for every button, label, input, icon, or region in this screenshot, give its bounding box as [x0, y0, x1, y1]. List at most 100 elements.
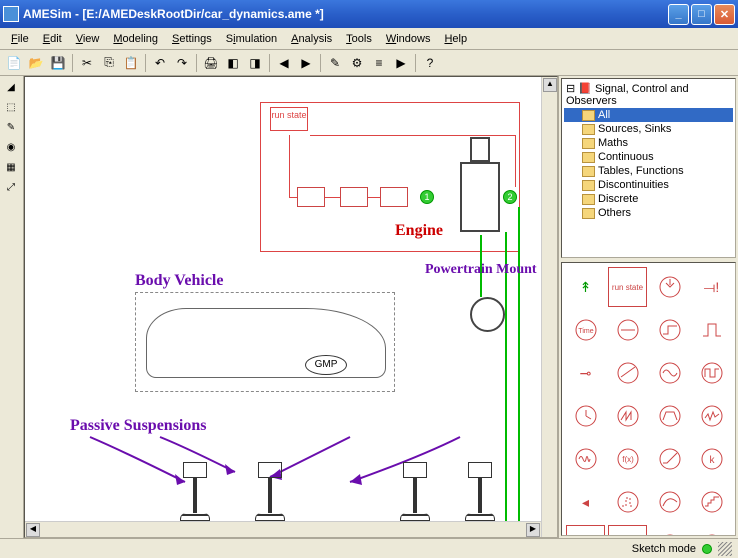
fwd-button[interactable]: ▶	[296, 53, 316, 73]
pal-square[interactable]	[692, 353, 731, 393]
minimize-button[interactable]: _	[668, 4, 689, 25]
pal-chirp[interactable]	[566, 439, 605, 479]
lt-1[interactable]: ◢	[2, 78, 20, 96]
runstate-block[interactable]: run state	[270, 107, 308, 131]
pal-pulse[interactable]	[692, 310, 731, 350]
pal-prev[interactable]: ◂	[566, 482, 605, 522]
engine-label: Engine	[395, 222, 443, 240]
copy-button[interactable]: ⎘	[99, 53, 119, 73]
mode-sketch[interactable]: ✎	[325, 53, 345, 73]
back-button[interactable]: ◀	[274, 53, 294, 73]
pal-receiver[interactable]	[650, 267, 689, 307]
folder-icon	[582, 152, 595, 163]
pal-trapezoid[interactable]	[650, 396, 689, 436]
sketch-canvas[interactable]: run state 1 2 Engine Body Vehicle Powert…	[24, 76, 558, 538]
pal-multistep[interactable]	[692, 482, 731, 522]
tree-item-tables[interactable]: Tables, Functions	[564, 164, 733, 178]
cut-button[interactable]: ✂	[77, 53, 97, 73]
mode-submodel[interactable]: ⚙	[347, 53, 367, 73]
lt-2[interactable]: ⬚	[2, 98, 20, 116]
component-battery[interactable]	[297, 187, 325, 207]
menu-settings[interactable]: Settings	[165, 31, 219, 47]
canvas-scrollbar-horz[interactable]: ◀▶	[25, 521, 541, 537]
pal-sample[interactable]: SMP	[608, 525, 647, 536]
pal-time[interactable]: Time	[566, 310, 605, 350]
tree-item-discont[interactable]: Discontinuities	[564, 178, 733, 192]
tool-a[interactable]: ◧	[223, 53, 243, 73]
mount-sketch[interactable]	[470, 297, 505, 332]
pal-sine[interactable]	[650, 353, 689, 393]
pal-constant[interactable]	[608, 310, 647, 350]
node-1[interactable]: 1	[420, 190, 434, 204]
pal-step[interactable]	[650, 310, 689, 350]
tree-item-sources[interactable]: Sources, Sinks	[564, 122, 733, 136]
lt-3[interactable]: ✎	[2, 118, 20, 136]
lt-5[interactable]: ▦	[2, 158, 20, 176]
pal-ramp2[interactable]	[650, 439, 689, 479]
print-button[interactable]: 🖨	[201, 53, 221, 73]
pal-fx[interactable]: f(x)	[608, 439, 647, 479]
pal-runstate[interactable]: run state	[608, 267, 647, 307]
pal-terminator[interactable]: ⟞!	[692, 267, 731, 307]
car-selection-box[interactable]	[135, 292, 395, 392]
wire-red-4	[368, 197, 380, 198]
pal-gain-k[interactable]: k	[692, 439, 731, 479]
resize-grip[interactable]	[718, 542, 732, 556]
help-button[interactable]: ?	[420, 53, 440, 73]
tree-item-discrete[interactable]: Discrete	[564, 192, 733, 206]
save-button[interactable]: 💾	[48, 53, 68, 73]
pal-target[interactable]	[692, 525, 731, 536]
folder-icon	[582, 208, 595, 219]
suspension-label: Passive Suspensions	[70, 417, 207, 435]
pal-random[interactable]	[692, 396, 731, 436]
pal-text[interactable]: E=3	[566, 525, 605, 536]
wire-red-3	[325, 197, 340, 198]
tree-item-maths[interactable]: Maths	[564, 136, 733, 150]
pal-spline[interactable]	[650, 482, 689, 522]
menu-simulation[interactable]: Simulation	[219, 31, 284, 47]
redo-button[interactable]: ↷	[172, 53, 192, 73]
pal-ramp[interactable]	[608, 353, 647, 393]
library-tree[interactable]: ⊟ 📕 Signal, Control and Observers All So…	[561, 78, 736, 258]
canvas-scrollbar-vert[interactable]: ▲	[541, 77, 557, 537]
close-button[interactable]: ✕	[714, 4, 735, 25]
open-button[interactable]: 📂	[26, 53, 46, 73]
menu-file[interactable]: File	[4, 31, 36, 47]
pal-pulse2[interactable]	[650, 525, 689, 536]
new-button[interactable]: 📄	[4, 53, 24, 73]
component-converter[interactable]	[380, 187, 408, 207]
window-title: AMESim - [E:/AMEDeskRootDir/car_dynamics…	[23, 7, 668, 21]
mode-run[interactable]: ▶	[391, 53, 411, 73]
folder-icon	[582, 138, 595, 149]
wire-green-3	[518, 207, 520, 537]
maximize-button[interactable]: □	[691, 4, 712, 25]
undo-button[interactable]: ↶	[150, 53, 170, 73]
mode-param[interactable]: ≡	[369, 53, 389, 73]
menu-help[interactable]: Help	[437, 31, 474, 47]
left-toolbar: ◢ ⬚ ✎ ◉ ▦ ⤢	[0, 76, 24, 538]
menu-windows[interactable]: Windows	[379, 31, 438, 47]
menu-edit[interactable]: Edit	[36, 31, 69, 47]
pal-transmitter[interactable]: ↟	[566, 267, 605, 307]
tool-b[interactable]: ◨	[245, 53, 265, 73]
component-gain[interactable]	[340, 187, 368, 207]
paste-button[interactable]: 📋	[121, 53, 141, 73]
tree-item-continuous[interactable]: Continuous	[564, 150, 733, 164]
pal-node[interactable]: ⊸	[566, 353, 605, 393]
pal-clock[interactable]	[566, 396, 605, 436]
tree-item-all[interactable]: All	[564, 108, 733, 122]
menu-modeling[interactable]: Modeling	[106, 31, 165, 47]
svg-text:k: k	[709, 455, 715, 466]
tree-item-others[interactable]: Others	[564, 206, 733, 220]
menu-tools[interactable]: Tools	[339, 31, 379, 47]
lt-4[interactable]: ◉	[2, 138, 20, 156]
pal-sawtooth[interactable]	[608, 396, 647, 436]
engine-block-sketch[interactable]	[460, 162, 500, 232]
tree-root[interactable]: ⊟ 📕 Signal, Control and Observers	[564, 81, 733, 108]
menu-analysis[interactable]: Analysis	[284, 31, 339, 47]
menu-view[interactable]: View	[69, 31, 107, 47]
wire-red-1	[289, 135, 290, 197]
lt-6[interactable]: ⤢	[2, 178, 20, 196]
pal-delay[interactable]	[608, 482, 647, 522]
node-2[interactable]: 2	[503, 190, 517, 204]
